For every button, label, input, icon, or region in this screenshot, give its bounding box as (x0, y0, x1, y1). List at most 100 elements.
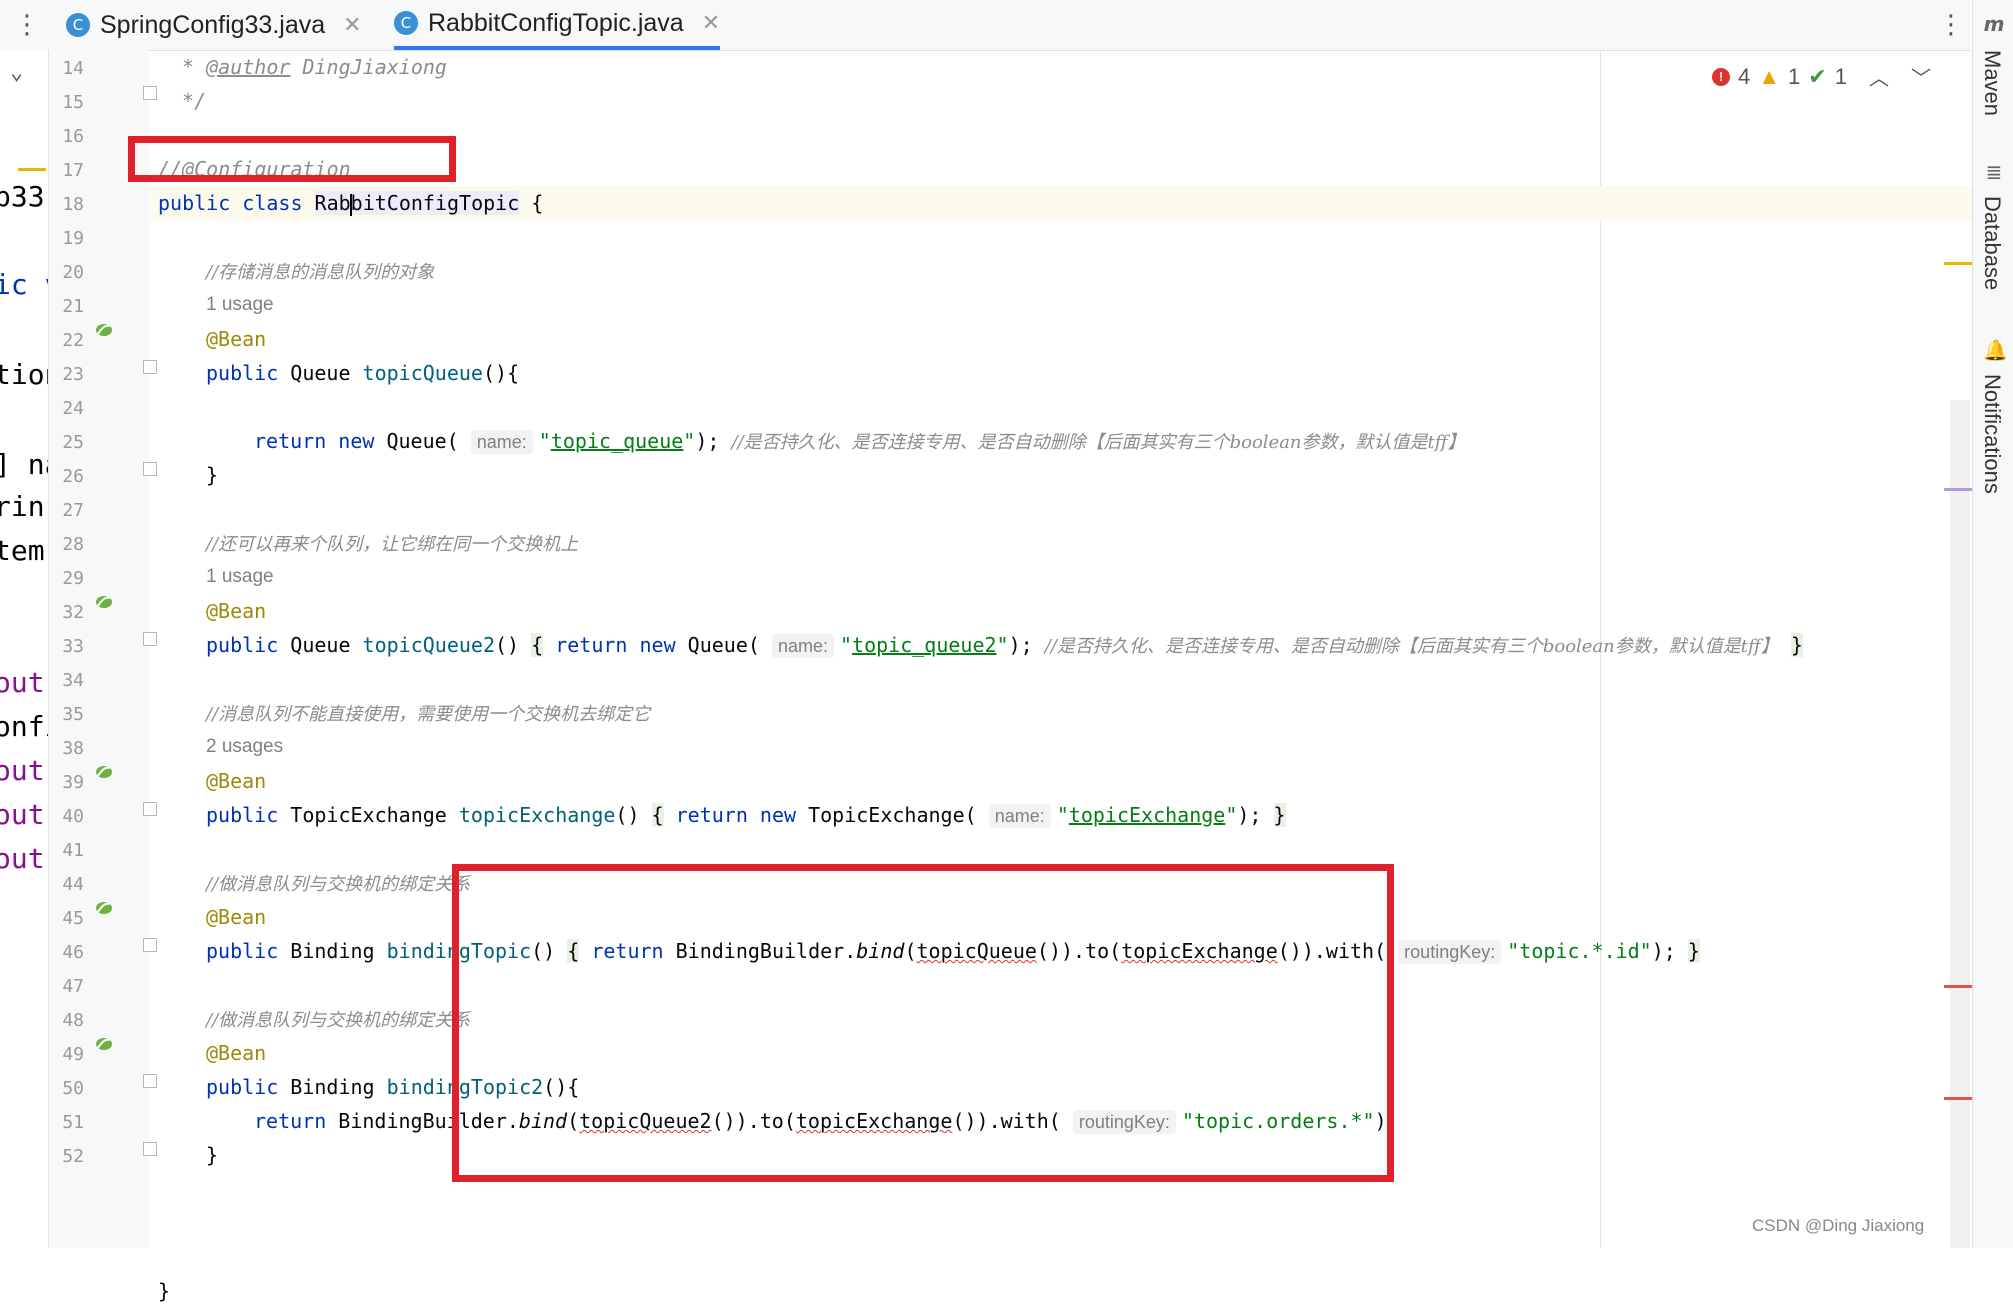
param-hint: name: (988, 804, 1051, 828)
editor-tab-bar: ⋮ C SpringConfig33.java ✕ C RabbitConfig… (0, 0, 1970, 51)
line-number: 27 (62, 500, 84, 521)
split-editor-strip: ⌄ p33 ic v tion ] na rin( tem out onfi o… (0, 50, 49, 1248)
error-marker[interactable] (1944, 985, 1972, 988)
check-icon: ✔ (1808, 63, 1827, 89)
comment-text: DingJiaxiong (290, 55, 447, 79)
line-number: 21 (62, 296, 84, 317)
line-number: 46 (62, 942, 84, 963)
database-panel-button[interactable]: Database (1979, 196, 2005, 290)
usage-hint[interactable]: 1 usage (206, 288, 274, 322)
param-hint: routingKey: (1398, 940, 1502, 964)
param-hint: name: (470, 430, 533, 454)
tab-label: RabbitConfigTopic.java (428, 8, 684, 37)
code-fragment: out (0, 666, 45, 699)
line-number: 29 (62, 568, 84, 589)
string: topic_queue2 (852, 633, 997, 657)
line-number: 17 (62, 160, 84, 181)
keyword: public (206, 633, 291, 657)
change-marker (18, 168, 46, 171)
code-fragment: onfi (0, 710, 48, 743)
annotation-bean: @Bean (206, 327, 267, 351)
code-line-14: * @author DingJiaxiong (170, 50, 447, 84)
line-number: 40 (62, 806, 84, 827)
more-icon[interactable]: ⋮ (14, 12, 40, 38)
notifications-panel-button[interactable]: Notifications (1979, 374, 2005, 494)
comment-text: //做消息队列与交换机的绑定关系 (206, 874, 471, 895)
close-icon[interactable]: ✕ (343, 12, 361, 38)
code-line-15: */ (170, 89, 207, 113)
maven-icon[interactable]: m (1983, 12, 2005, 36)
line-number: 28 (62, 534, 84, 555)
warning-marker[interactable] (1944, 262, 1972, 265)
usage-hint[interactable]: 1 usage (206, 560, 274, 594)
spring-bean-icon[interactable] (94, 594, 114, 610)
code-line-45: //做消息队列与交换机的绑定关系 (206, 1002, 470, 1036)
tab-options-icon[interactable]: ⋮ (1938, 12, 1964, 38)
class-name-part: Rab (314, 191, 351, 215)
line-number: 24 (62, 398, 84, 419)
code-line-49: } (206, 1143, 219, 1167)
keyword: public (206, 939, 291, 963)
maven-panel-button[interactable]: Maven (1979, 50, 2005, 116)
ok-count: 1 (1834, 63, 1847, 89)
usage-marker[interactable] (1944, 488, 1972, 491)
close-icon[interactable]: ✕ (702, 10, 720, 36)
type: Queue( (386, 429, 459, 453)
code-line-25: } (206, 463, 219, 487)
usage-hint[interactable]: 2 usages (206, 730, 283, 764)
line-number: 32 (62, 602, 84, 623)
spring-bean-icon[interactable] (94, 1036, 114, 1052)
chevron-down-icon[interactable]: ⌄ (10, 60, 23, 85)
punct: () (495, 633, 532, 657)
tab-label: SpringConfig33.java (100, 10, 326, 39)
brace: { (519, 191, 544, 215)
type: Queue (290, 633, 363, 657)
spring-bean-icon[interactable] (94, 900, 114, 916)
database-icon[interactable]: ≣ (1983, 160, 2005, 184)
comment-text: //做消息队列与交换机的绑定关系 (206, 1010, 471, 1031)
code-line-29: public Queue topicQueue2() { return new … (206, 633, 1803, 658)
tab-rabbitconfigtopic[interactable]: C RabbitConfigTopic.java ✕ (394, 0, 721, 50)
string: " (683, 429, 696, 453)
spring-bean-icon[interactable] (94, 764, 114, 780)
punct: (){ (482, 361, 520, 385)
spring-bean-icon[interactable] (94, 322, 114, 338)
line-number: 18 (62, 194, 84, 215)
vertical-scrollbar[interactable] (1950, 400, 1970, 1248)
keyword: public (206, 1075, 291, 1099)
error-marker[interactable] (1944, 1097, 1972, 1100)
line-number: 25 (62, 432, 84, 453)
class-name: RabbitConfigTopic (314, 191, 520, 216)
comment-text: //存储消息的消息队列的对象 (206, 262, 435, 283)
line-number: 51 (62, 1112, 84, 1133)
tab-springconfig33[interactable]: C SpringConfig33.java ✕ (66, 0, 362, 50)
code-line-24: return new Queue( name: "topic_queue"); /… (254, 424, 1466, 458)
comment-text: * (170, 55, 207, 79)
line-number: 41 (62, 840, 84, 861)
code-line-27: //还可以再来个队列，让它绑在同一个交换机上 (206, 526, 578, 560)
code-fragment: tem (0, 534, 45, 567)
param-hint: name: (771, 634, 834, 658)
type: Queue (290, 361, 363, 385)
line-number: 14 (62, 58, 84, 79)
bell-icon[interactable]: 🔔 (1983, 338, 2008, 362)
comment-text: //还可以再来个队列，让它绑在同一个交换机上 (206, 534, 579, 555)
line-number: 23 (62, 364, 84, 385)
next-highlight-icon[interactable]: ﹀ (1911, 62, 1931, 91)
previous-highlight-icon[interactable]: ︿ (1869, 62, 1889, 91)
inspection-widget[interactable]: ! 4 ▲ 1 ✔ 1 ︿ ﹀ (1712, 62, 1931, 91)
string: topic_queue (550, 429, 684, 453)
comment-text: //是否持久化、是否连接专用、是否自动删除【后面其实有三个boolean参数，默… (731, 432, 1466, 453)
line-number: 45 (62, 908, 84, 929)
code-line-22: public Queue topicQueue(){ (206, 356, 519, 390)
warning-count: 1 (1788, 63, 1801, 89)
string: "topic.*.id" (1507, 939, 1652, 963)
line-number: 15 (62, 92, 84, 113)
java-class-icon: C (394, 11, 418, 35)
line-number: 22 (62, 330, 84, 351)
code-line-18: public class RabbitConfigTopic { (150, 186, 1980, 220)
line-number: 16 (62, 126, 84, 147)
error-icon: ! (1712, 67, 1730, 86)
comment-text: //是否持久化、是否连接专用、是否自动删除【后面其实有三个boolean参数，默… (1044, 636, 1779, 657)
watermark: CSDN @Ding Jiaxiong (1752, 1216, 1925, 1235)
